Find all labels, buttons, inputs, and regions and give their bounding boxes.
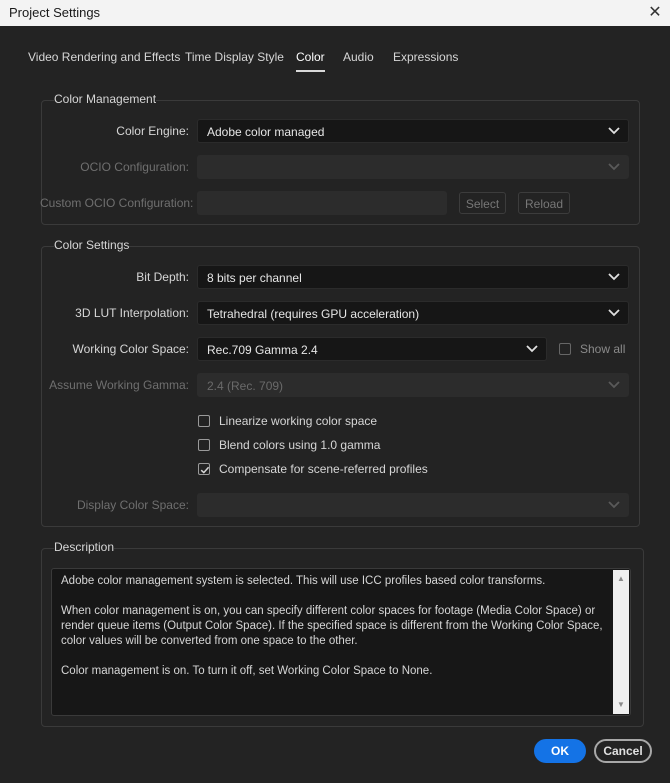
close-icon[interactable]: ✕ xyxy=(640,0,670,26)
description-textbox[interactable]: Adobe color management system is selecte… xyxy=(51,568,631,716)
description-scrollbar[interactable]: ▲ ▼ xyxy=(613,570,629,714)
description-paragraph: Adobe color management system is selecte… xyxy=(61,575,546,587)
working-color-space-dropdown[interactable]: Rec.709 Gamma 2.4 xyxy=(197,337,547,361)
chevron-down-icon xyxy=(607,377,621,396)
lut-interpolation-label: 3D LUT Interpolation: xyxy=(75,306,189,320)
color-engine-label: Color Engine: xyxy=(116,124,189,138)
chevron-down-icon xyxy=(607,159,621,178)
description-paragraph: When color management is on, you can spe… xyxy=(61,605,603,647)
cancel-button[interactable]: Cancel xyxy=(594,739,652,763)
show-all-checkbox[interactable] xyxy=(559,343,571,355)
display-color-space-dropdown[interactable] xyxy=(197,493,629,517)
compensate-scene-referred-checkbox[interactable] xyxy=(198,463,210,475)
tab-video-rendering[interactable]: Video Rendering and Effects xyxy=(28,50,180,64)
chevron-down-icon xyxy=(607,497,621,516)
description-paragraph: Color management is on. To turn it off, … xyxy=(61,665,433,677)
lut-interpolation-dropdown[interactable]: Tetrahedral (requires GPU acceleration) xyxy=(197,301,629,325)
custom-ocio-label: Custom OCIO Configuration: xyxy=(40,196,194,210)
linearize-checkbox[interactable] xyxy=(198,415,210,427)
chevron-down-icon xyxy=(607,123,621,142)
tab-time-display-style[interactable]: Time Display Style xyxy=(185,50,284,64)
display-color-space-label: Display Color Space: xyxy=(76,498,189,512)
chevron-down-icon xyxy=(607,305,621,324)
bit-depth-value: 8 bits per channel xyxy=(207,271,302,285)
compensate-scene-referred-label: Compensate for scene-referred profiles xyxy=(219,462,428,476)
select-button[interactable]: Select xyxy=(459,192,506,214)
assume-working-gamma-dropdown[interactable]: 2.4 (Rec. 709) xyxy=(197,373,629,397)
ok-button[interactable]: OK xyxy=(534,739,586,763)
title-bar: Project Settings ✕ xyxy=(0,0,670,26)
lut-interpolation-value: Tetrahedral (requires GPU acceleration) xyxy=(207,307,420,321)
window-title: Project Settings xyxy=(9,5,101,20)
color-management-title: Color Management xyxy=(54,92,157,106)
scroll-down-icon[interactable]: ▼ xyxy=(613,698,629,712)
chevron-down-icon xyxy=(607,269,621,288)
reload-button[interactable]: Reload xyxy=(518,192,570,214)
tab-color[interactable]: Color xyxy=(296,50,325,72)
chevron-down-icon xyxy=(525,341,539,360)
assume-working-gamma-label: Assume Working Gamma: xyxy=(49,378,189,392)
tab-audio[interactable]: Audio xyxy=(343,50,374,64)
ocio-configuration-dropdown[interactable] xyxy=(197,155,629,179)
bit-depth-label: Bit Depth: xyxy=(136,270,189,284)
color-engine-dropdown[interactable]: Adobe color managed xyxy=(197,119,629,143)
blend-gamma-checkbox[interactable] xyxy=(198,439,210,451)
description-text: Adobe color management system is selecte… xyxy=(61,574,606,694)
color-settings-title: Color Settings xyxy=(54,238,130,252)
working-color-space-value: Rec.709 Gamma 2.4 xyxy=(207,343,318,357)
bit-depth-dropdown[interactable]: 8 bits per channel xyxy=(197,265,629,289)
assume-working-gamma-value: 2.4 (Rec. 709) xyxy=(207,379,284,393)
description-title: Description xyxy=(54,540,115,554)
color-engine-value: Adobe color managed xyxy=(207,125,325,139)
ocio-configuration-label: OCIO Configuration: xyxy=(80,160,189,174)
blend-gamma-label: Blend colors using 1.0 gamma xyxy=(219,438,381,452)
show-all-label: Show all xyxy=(580,342,626,356)
scroll-up-icon[interactable]: ▲ xyxy=(613,572,629,586)
checkmark-icon xyxy=(200,466,210,474)
custom-ocio-path-field[interactable] xyxy=(197,191,447,215)
linearize-label: Linearize working color space xyxy=(219,414,378,428)
tab-expressions[interactable]: Expressions xyxy=(393,50,458,64)
working-color-space-label: Working Color Space: xyxy=(72,342,190,356)
